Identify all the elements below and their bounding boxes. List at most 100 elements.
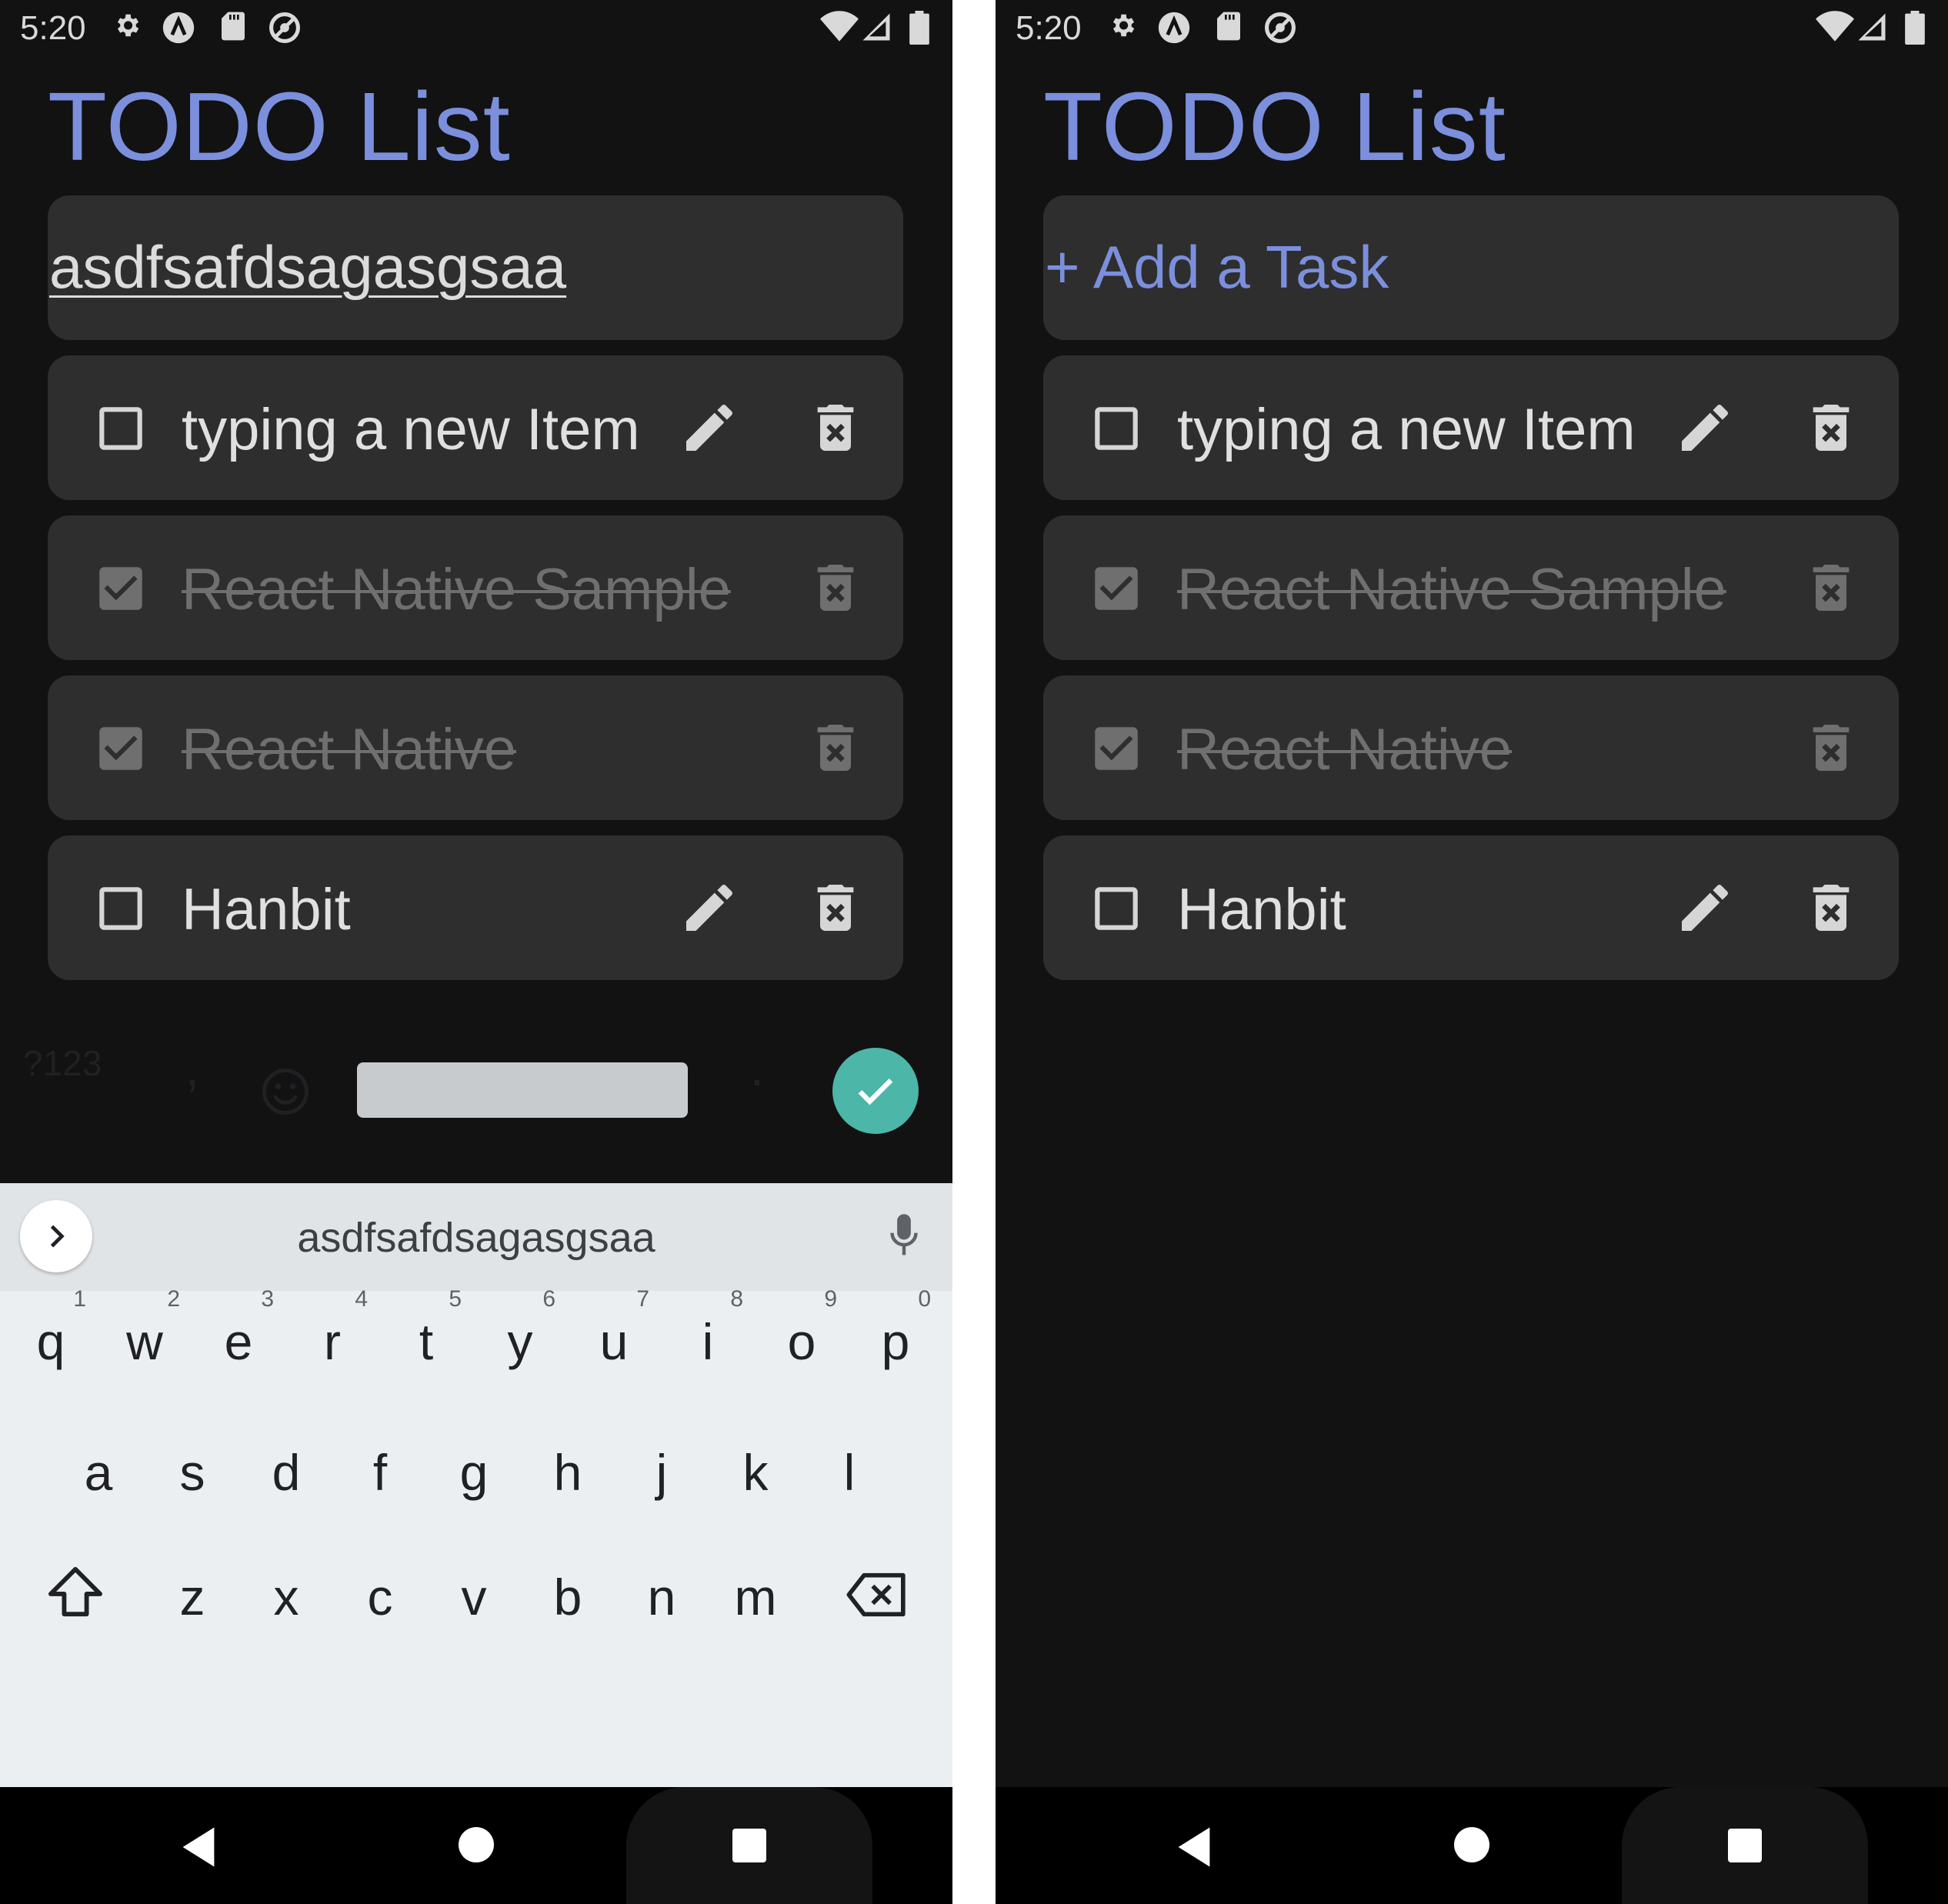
checkbox-checked-icon[interactable] — [92, 560, 149, 617]
key-label: w — [126, 1313, 163, 1370]
key-u[interactable]: u7 — [575, 1286, 652, 1371]
task-text: Hanbit — [182, 877, 351, 942]
key-j[interactable]: j — [623, 1443, 700, 1502]
checkbox-blank-icon[interactable] — [1088, 400, 1145, 457]
back-icon[interactable] — [178, 1826, 218, 1872]
key-w[interactable]: w2 — [106, 1286, 183, 1371]
key-l[interactable]: l — [811, 1443, 888, 1502]
key-y[interactable]: y6 — [482, 1286, 559, 1371]
recents-icon[interactable] — [732, 1829, 766, 1862]
checkbox-blank-icon[interactable] — [1088, 880, 1145, 937]
key-hint: 4 — [355, 1286, 368, 1312]
task-input-value: asdfsafdsagasgsaa — [49, 233, 567, 301]
key-n[interactable]: n — [623, 1568, 700, 1626]
phone-screen-right: 5:20 TODO List + Add a Task typing a new It… — [996, 0, 1948, 1904]
task-item: React Native — [1043, 675, 1899, 820]
task-item: React Native Sample — [48, 515, 903, 660]
key-d[interactable]: d — [248, 1443, 325, 1502]
key-label: e — [224, 1313, 253, 1370]
task-item: Hanbit — [48, 835, 903, 980]
navigation-bar — [0, 1787, 952, 1904]
key-p[interactable]: p0 — [857, 1286, 934, 1371]
key-label: y — [507, 1313, 533, 1370]
key-hint: 5 — [449, 1286, 462, 1312]
status-bar: 5:20 — [996, 0, 1948, 60]
soft-keyboard: asdfsafdsagasgsaa q 1 w 2 e 3 r 4 t 5 y 6 u 7 i 8 o 9 p 0 a s d… — [0, 1183, 952, 1787]
task-text: React Native Sample — [1177, 557, 1726, 622]
key-label: t — [419, 1313, 434, 1370]
key-hint: 0 — [918, 1286, 931, 1312]
pencil-icon[interactable] — [1674, 397, 1736, 458]
enter-check-icon[interactable] — [832, 1048, 919, 1134]
backspace-icon[interactable] — [839, 1571, 916, 1630]
key-f[interactable]: f — [342, 1443, 419, 1502]
trash-icon[interactable] — [805, 877, 866, 939]
checkbox-checked-icon[interactable] — [1088, 720, 1145, 777]
key-hint: 9 — [824, 1286, 837, 1312]
task-item: React Native — [48, 675, 903, 820]
microphone-icon[interactable] — [885, 1212, 923, 1264]
trash-icon[interactable] — [1800, 397, 1862, 458]
key-b[interactable]: b — [529, 1568, 606, 1626]
key-g[interactable]: g — [435, 1443, 512, 1502]
key-c[interactable]: c — [342, 1568, 419, 1626]
page-title: TODO List — [1043, 72, 1506, 181]
key-a[interactable]: a — [60, 1443, 137, 1502]
trash-icon[interactable] — [1800, 717, 1862, 779]
task-item: React Native Sample — [1043, 515, 1899, 660]
spacebar[interactable] — [357, 1062, 688, 1118]
recents-icon[interactable] — [1728, 1829, 1762, 1862]
trash-icon[interactable] — [1800, 557, 1862, 619]
home-icon[interactable] — [459, 1827, 494, 1862]
status-bar: 5:20 — [0, 0, 952, 60]
navigation-bar — [996, 1787, 1948, 1904]
key-z[interactable]: z — [154, 1568, 231, 1626]
key-s[interactable]: s — [154, 1443, 231, 1502]
key-i[interactable]: i8 — [669, 1286, 746, 1371]
key-symbols[interactable]: ?123 — [23, 1042, 102, 1084]
key-x[interactable]: x — [248, 1568, 325, 1626]
task-text: typing a new Item — [1177, 397, 1636, 462]
key-comma[interactable]: , — [154, 1039, 231, 1097]
task-input[interactable]: + Add a Task — [1043, 195, 1899, 340]
home-icon[interactable] — [1454, 1827, 1489, 1862]
phone-screen-left: 5:20 TODO List asdfsafdsagasgsaa typing a n… — [0, 0, 952, 1904]
key-o[interactable]: o9 — [763, 1286, 840, 1371]
trash-icon[interactable] — [805, 557, 866, 619]
pencil-icon[interactable] — [679, 397, 740, 458]
status-icons-right — [820, 11, 936, 49]
emoji-icon[interactable] — [260, 1066, 311, 1121]
key-e[interactable]: e3 — [200, 1286, 277, 1371]
checkbox-blank-icon[interactable] — [92, 400, 149, 457]
suggestion-strip: asdfsafdsagasgsaa — [0, 1183, 952, 1291]
key-h[interactable]: h — [529, 1443, 606, 1502]
pencil-icon[interactable] — [1674, 877, 1736, 939]
checkbox-blank-icon[interactable] — [92, 880, 149, 937]
status-time: 5:20 — [1016, 9, 1082, 47]
key-r[interactable]: r4 — [294, 1286, 371, 1371]
key-hint: 2 — [167, 1286, 180, 1312]
task-input[interactable]: asdfsafdsagasgsaa — [48, 195, 903, 340]
task-text: typing a new Item — [182, 397, 640, 462]
page-title: TODO List — [48, 72, 511, 181]
checkbox-checked-icon[interactable] — [1088, 560, 1145, 617]
shift-icon[interactable] — [37, 1565, 114, 1630]
pencil-icon[interactable] — [679, 877, 740, 939]
task-item: typing a new Item — [48, 355, 903, 500]
back-icon[interactable] — [1174, 1826, 1214, 1872]
trash-icon[interactable] — [1800, 877, 1862, 939]
trash-icon[interactable] — [805, 717, 866, 779]
key-v[interactable]: v — [435, 1568, 512, 1626]
key-label: q — [36, 1313, 65, 1370]
trash-icon[interactable] — [805, 397, 866, 458]
key-k[interactable]: k — [717, 1443, 794, 1502]
checkbox-checked-icon[interactable] — [92, 720, 149, 777]
status-icons-right — [1816, 11, 1931, 49]
key-period[interactable]: . — [719, 1039, 796, 1097]
key-t[interactable]: t5 — [388, 1286, 465, 1371]
suggestion-word[interactable]: asdfsafdsagasgsaa — [0, 1214, 952, 1262]
key-m[interactable]: m — [717, 1568, 794, 1626]
key-label: i — [702, 1313, 714, 1370]
key-hint: 1 — [73, 1286, 86, 1312]
key-q[interactable]: q1 — [12, 1286, 89, 1371]
